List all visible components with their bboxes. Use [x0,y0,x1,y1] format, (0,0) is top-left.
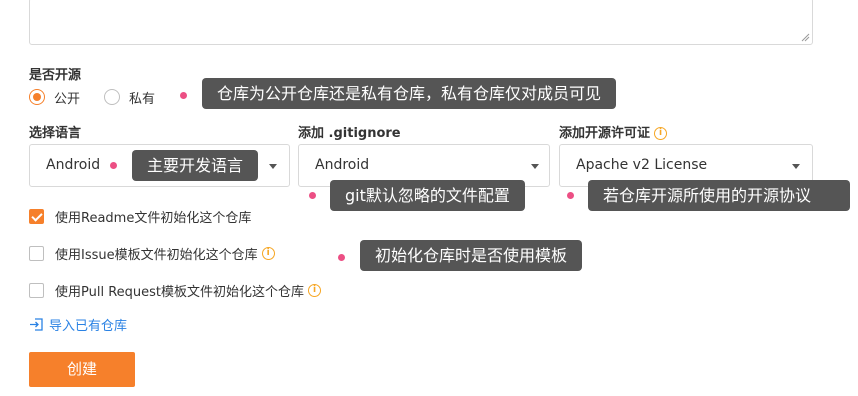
init-readme-option[interactable]: 使用Readme文件初始化这个仓库 [29,207,251,226]
create-button[interactable]: 创建 [29,352,135,387]
tip-dot [309,192,316,199]
license-label-text: 添加开源许可证 [559,126,651,141]
language-tip: 主要开发语言 [132,150,259,181]
pr-checkbox-label[interactable]: 使用Pull Request模板文件初始化这个仓库 [55,281,304,300]
readme-checkbox-label[interactable]: 使用Readme文件初始化这个仓库 [55,207,251,226]
radio-private[interactable] [104,89,121,105]
visibility-radio-group: 公开 私有 [29,87,179,107]
info-icon[interactable]: i [308,283,322,297]
issue-checkbox[interactable] [29,245,44,261]
import-repo-link[interactable]: 导入已有仓库 [29,315,127,334]
visibility-tip: 仓库为公开仓库还是私有仓库，私有仓库仅对成员可见 [202,78,617,109]
gitignore-label: 添加 .gitignore [298,126,401,141]
caret-down-icon [531,164,539,169]
init-pr-option[interactable]: 使用Pull Request模板文件初始化这个仓库 i [29,281,322,300]
caret-down-icon [792,164,800,169]
init-issue-option[interactable]: 使用Issue模板文件初始化这个仓库 i [29,244,275,263]
issue-checkbox-label[interactable]: 使用Issue模板文件初始化这个仓库 [55,244,258,263]
visibility-label: 是否开源 [29,68,82,83]
license-label: 添加开源许可证 i [559,122,668,141]
import-icon [30,318,43,331]
tip-dot [180,92,187,99]
import-repo-label[interactable]: 导入已有仓库 [49,315,127,334]
tip-dot [567,192,574,199]
license-select-value: Apache v2 License [576,157,708,173]
radio-public-label[interactable]: 公开 [54,88,80,107]
gitignore-tip: git默认忽略的文件配置 [330,180,525,211]
resize-grip-icon[interactable] [801,33,810,42]
template-tip: 初始化仓库时是否使用模板 [360,240,583,271]
info-icon[interactable]: i [654,127,668,140]
pr-checkbox[interactable] [29,282,44,298]
license-tip: 若仓库开源所使用的开源协议 [588,180,850,211]
caret-down-icon [269,164,277,169]
description-textarea[interactable] [29,0,813,45]
language-label: 选择语言 [29,126,82,141]
radio-public[interactable] [29,89,45,105]
tip-dot [110,162,117,169]
readme-checkbox[interactable] [29,208,44,224]
language-select-value: Android [46,157,101,173]
info-icon[interactable]: i [261,246,275,260]
gitignore-select-value: Android [315,157,370,173]
radio-private-label[interactable]: 私有 [129,88,155,107]
tip-dot [338,254,345,261]
